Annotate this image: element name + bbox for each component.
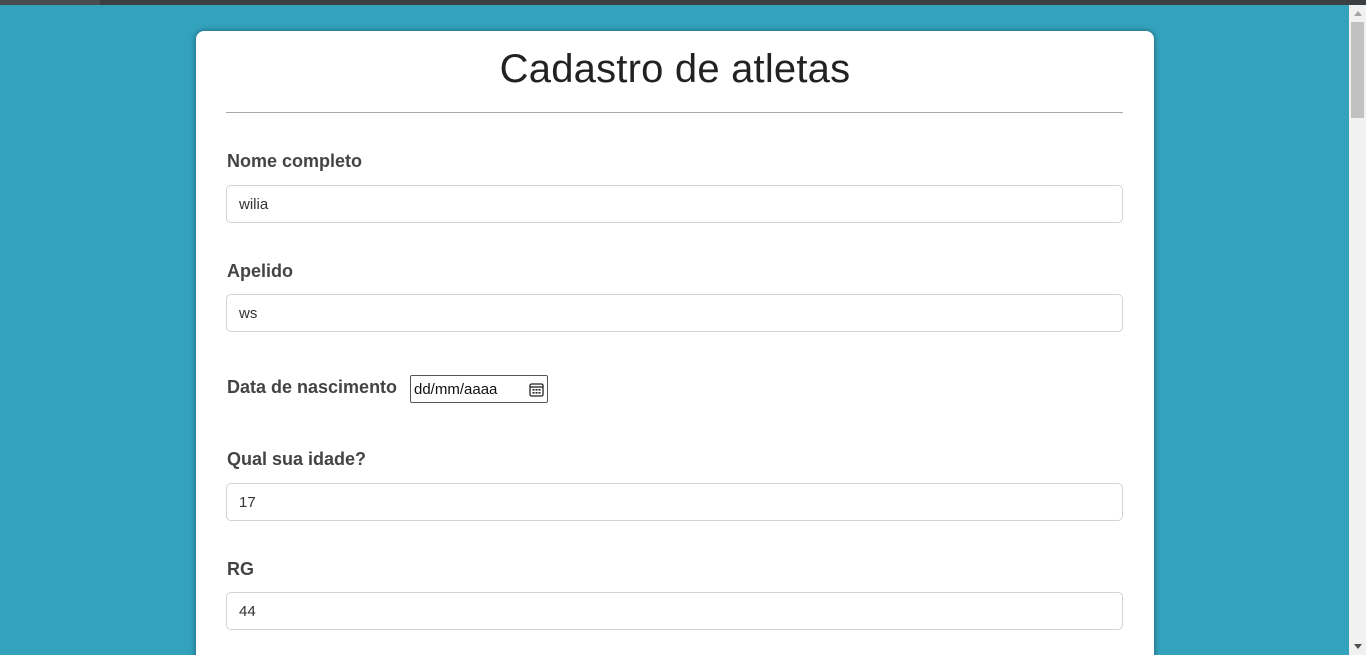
nome-label: Nome completo: [227, 151, 363, 171]
nascimento-label: Data de nascimento: [227, 377, 398, 397]
calendar-icon[interactable]: [529, 382, 544, 397]
nome-input[interactable]: [226, 185, 1123, 223]
scroll-down-arrow-icon[interactable]: [1349, 638, 1366, 655]
vertical-scrollbar[interactable]: [1349, 5, 1366, 655]
apelido-input[interactable]: [226, 294, 1123, 332]
idade-input[interactable]: [226, 483, 1123, 521]
rg-input[interactable]: [226, 592, 1123, 630]
idade-label: Qual sua idade?: [227, 449, 367, 469]
rg-label: RG: [227, 559, 254, 579]
title-divider: [226, 112, 1123, 113]
nascimento-date-text: dd/mm/aaaa: [414, 381, 498, 398]
scroll-up-arrow-icon[interactable]: [1349, 5, 1366, 22]
apelido-label: Apelido: [227, 261, 293, 281]
nascimento-date-input[interactable]: dd/mm/aaaa: [410, 375, 548, 403]
page-title: Cadastro de atletas: [499, 47, 851, 91]
scrollbar-thumb[interactable]: [1351, 22, 1364, 118]
browser-top-bar: [0, 0, 1366, 5]
registration-card: Cadastro de atletas Nome completo Apelid…: [196, 31, 1154, 655]
browser-top-bar-segment: [0, 0, 100, 5]
